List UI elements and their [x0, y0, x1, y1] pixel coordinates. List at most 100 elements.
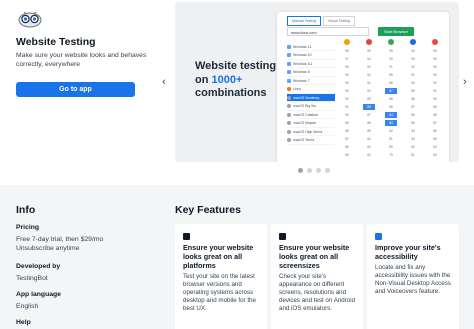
mock-tabs: Manual Testing Visual Testing	[287, 16, 356, 26]
mock-version-cell: 82	[411, 145, 415, 149]
mock-version-cell: 95	[367, 49, 371, 53]
developer-label: Developed by	[16, 263, 61, 270]
feature-title: Improve your site's accessibility	[375, 243, 441, 261]
carousel-pagination	[298, 168, 330, 173]
mock-os-row: macOS Sierra	[287, 137, 335, 145]
key-features-heading: Key Features	[175, 204, 241, 216]
carousel-prev-arrow-icon[interactable]: ‹	[162, 76, 166, 88]
carousel-dot[interactable]	[325, 168, 330, 173]
mock-os-row: macOS Mojave	[287, 120, 335, 128]
mock-version-cell: 87	[433, 121, 437, 125]
language-value: English	[16, 303, 39, 310]
app-description: Make sure your website looks and behaves…	[16, 52, 147, 68]
mock-version-cell: 81	[411, 153, 415, 157]
carousel-dot[interactable]	[307, 168, 312, 173]
mock-version-cell: 82	[367, 153, 371, 157]
headline-line-2: on 1000+	[195, 74, 276, 88]
mock-version-cell: 89	[345, 121, 349, 125]
accessibility-icon	[375, 233, 382, 240]
os-icon	[287, 70, 291, 74]
os-icon	[287, 112, 291, 117]
mock-version-cell: 91	[433, 89, 437, 93]
browser-icon	[344, 39, 350, 45]
mock-os-label: macOS Sierra	[293, 138, 315, 142]
mock-start-browser-button: Start Browser	[378, 27, 414, 36]
mock-os-label: Windows 7	[293, 78, 310, 83]
mock-os-row: Linux	[287, 86, 335, 94]
mock-version-cell: 87	[385, 88, 397, 94]
mock-version-cell: 91	[389, 65, 393, 69]
mock-version-cell: 87	[411, 105, 415, 109]
mock-os-label: Windows 8	[293, 70, 310, 74]
mock-version-cell: 84	[367, 137, 371, 141]
testingbot-logo-icon	[18, 11, 42, 28]
mock-version-cell: 89	[411, 89, 415, 93]
mock-os-row: macOS Monterey	[287, 94, 335, 102]
mock-version-cell: 94	[345, 81, 349, 85]
go-to-app-button[interactable]: Go to app	[16, 82, 135, 97]
mock-version-cell: 84	[385, 112, 397, 118]
mock-version-cell: 83	[367, 145, 371, 149]
mock-version-cell: 86	[345, 145, 349, 149]
mock-version-cell: 85	[433, 137, 437, 141]
mock-version-cell: 84	[411, 129, 415, 133]
os-icon	[287, 53, 291, 57]
feature-card-platforms: Ensure your website looks great on all p…	[175, 224, 267, 329]
mock-version-cell: 94	[433, 65, 437, 69]
mock-version-cell: 88	[411, 97, 415, 101]
browser-icon	[366, 39, 372, 45]
mock-version-cell: 91	[411, 73, 415, 77]
mock-version-cell: 93	[345, 89, 349, 93]
mock-url-field: www.ikea.com	[287, 27, 369, 36]
mock-version-cell: 89	[367, 97, 371, 101]
mock-version-cell: 97	[345, 57, 349, 61]
mock-version-cell: 93	[433, 73, 437, 77]
os-icon	[287, 129, 291, 134]
carousel-dot[interactable]	[316, 168, 321, 173]
headline-line-3: combinations	[195, 87, 267, 99]
mock-os-label: macOS Catalina	[293, 112, 318, 117]
mock-version-cell: 98	[345, 49, 349, 53]
mock-version-cell: 83	[385, 120, 397, 126]
carousel-next-arrow-icon[interactable]: ›	[463, 76, 467, 88]
feature-title: Ensure your website looks great on all p…	[183, 243, 254, 270]
mock-version-cell: 85	[411, 121, 415, 125]
mock-version-cell: 90	[389, 57, 393, 61]
carousel-dot[interactable]	[298, 168, 303, 173]
mock-tab-visual: Visual Testing	[323, 16, 356, 26]
mock-os-row: Windows 8.1	[287, 60, 335, 68]
mock-version-cell: 83	[433, 153, 437, 157]
mock-version-cell: 95	[433, 57, 437, 61]
mock-version-cell: 86	[367, 121, 371, 125]
mock-version-cell: 92	[367, 73, 371, 77]
pricing-note: Unsubscribe anytime	[16, 245, 80, 252]
headline-count: 1000+	[211, 73, 243, 86]
feature-card-screensizes: Ensure your website looks great on all s…	[271, 224, 363, 329]
mock-version-cell: 90	[433, 97, 437, 101]
mock-version-cell: 85	[367, 129, 371, 133]
mock-version-cell: 92	[411, 65, 415, 69]
mock-os-row: Windows 8	[287, 69, 335, 77]
mock-os-row: macOS Catalina	[287, 111, 335, 119]
feature-description: Test your site on the latest browser ver…	[183, 273, 256, 313]
mock-version-cell: 81	[389, 137, 393, 141]
mock-version-cell: 80	[389, 145, 393, 149]
mock-os-label: Windows 11	[293, 44, 312, 49]
mock-version-cell: 86	[411, 113, 415, 117]
mock-version-cell: 88	[345, 129, 349, 133]
mock-tab-manual: Manual Testing	[287, 16, 322, 26]
pricing-label: Pricing	[16, 224, 40, 231]
mock-os-label: Windows 10	[293, 53, 312, 57]
mock-version-cell: 88	[363, 104, 375, 110]
os-icon	[287, 44, 291, 49]
mock-os-row: Windows 7	[287, 77, 335, 85]
mock-version-cell: 85	[345, 153, 349, 157]
mock-os-label: Windows 8.1	[293, 61, 313, 66]
mock-version-cell: 82	[389, 129, 393, 133]
mock-version-cell: 91	[345, 105, 349, 109]
mock-version-cell: 96	[345, 65, 349, 69]
mock-version-cell: 94	[411, 49, 415, 53]
mock-os-row: macOS High Sierra	[287, 128, 335, 136]
app-preview-mockup: Manual Testing Visual Testing www.ikea.c…	[277, 12, 449, 162]
mock-version-cell: 91	[367, 81, 371, 85]
